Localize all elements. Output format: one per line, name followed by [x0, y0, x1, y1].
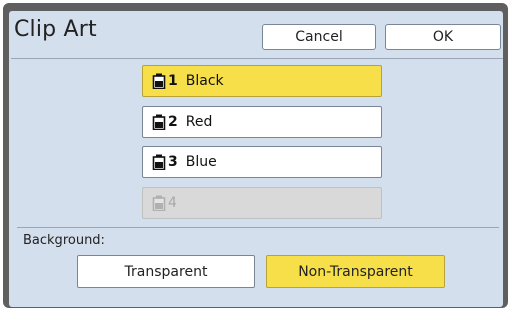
non-transparent-button[interactable]: Non-Transparent	[266, 255, 445, 288]
ink-drum-number: 1	[168, 73, 178, 89]
header-divider	[11, 58, 503, 59]
ink-drum-4-button: 4	[142, 187, 382, 219]
cancel-button[interactable]: Cancel	[262, 24, 376, 50]
section-divider	[17, 227, 499, 228]
ink-cartridge-icon	[152, 154, 166, 170]
ink-cartridge-icon	[152, 73, 166, 89]
ink-drum-number: 2	[168, 114, 178, 130]
ink-drum-2-button[interactable]: 2 Red	[142, 106, 382, 138]
transparent-button[interactable]: Transparent	[77, 255, 255, 288]
ink-cartridge-icon	[152, 114, 166, 130]
ok-button[interactable]: OK	[385, 24, 501, 50]
ink-drum-1-button[interactable]: 1 Black	[142, 65, 382, 97]
ink-drum-color-label: Black	[185, 73, 224, 89]
background-label: Background:	[23, 233, 105, 248]
ink-drum-color-label: Blue	[185, 154, 217, 170]
ink-drum-color-label: Red	[185, 114, 213, 130]
dialog-title: Clip Art	[14, 17, 97, 42]
ink-drum-3-button[interactable]: 3 Blue	[142, 146, 382, 178]
ink-drum-number: 3	[168, 154, 178, 170]
ink-drum-number: 4	[168, 195, 177, 211]
ink-cartridge-icon	[152, 195, 166, 211]
